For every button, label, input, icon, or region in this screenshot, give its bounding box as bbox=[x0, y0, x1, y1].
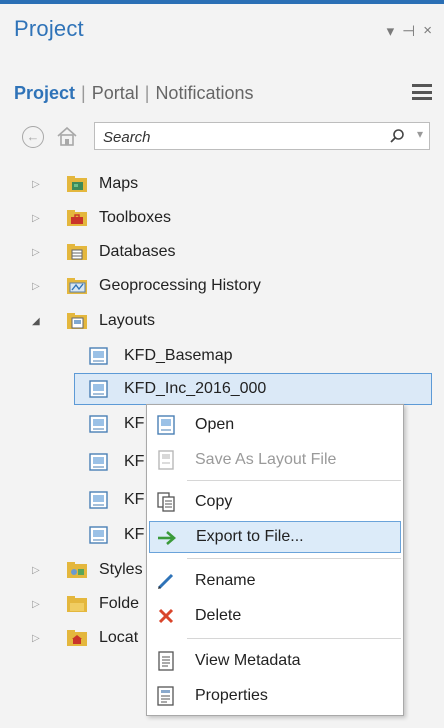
expand-arrow-icon[interactable]: ▷ bbox=[32, 281, 40, 292]
export-arrow-icon bbox=[158, 531, 176, 545]
properties-icon bbox=[157, 686, 174, 706]
pane-top-accent bbox=[0, 0, 444, 4]
tab-separator: | bbox=[81, 83, 86, 103]
layout-item-kfd-basemap[interactable]: KFD_Basemap bbox=[0, 340, 444, 372]
expand-arrow-icon[interactable]: ▷ bbox=[32, 565, 40, 576]
copy-icon bbox=[157, 492, 175, 512]
menu-item-view-metadata[interactable]: View Metadata bbox=[149, 645, 401, 677]
tree-item-label: KF bbox=[124, 491, 145, 508]
tab-portal[interactable]: Portal bbox=[88, 83, 143, 104]
tab-project[interactable]: Project bbox=[14, 83, 79, 104]
search-icon[interactable] bbox=[389, 128, 405, 144]
menu-item-properties[interactable]: Properties bbox=[149, 680, 401, 712]
folders-icon bbox=[67, 596, 87, 612]
tab-notifications[interactable]: Notifications bbox=[151, 83, 257, 104]
tree-item-label: Maps bbox=[99, 175, 139, 192]
home-icon[interactable] bbox=[56, 125, 78, 147]
menu-item-open[interactable]: Open bbox=[149, 409, 401, 441]
tree-item-label: Databases bbox=[99, 243, 176, 260]
tree-item-maps[interactable]: ▷ Maps bbox=[0, 168, 444, 200]
menu-separator bbox=[187, 558, 401, 559]
menu-item-copy[interactable]: Copy bbox=[149, 486, 401, 518]
collapse-arrow-icon[interactable]: ◢ bbox=[32, 316, 40, 327]
menu-item-label: Save As Layout File bbox=[195, 451, 337, 468]
styles-folder-icon bbox=[67, 562, 87, 578]
maps-folder-icon bbox=[67, 176, 87, 192]
layout-page-icon bbox=[89, 380, 108, 398]
layout-page-icon bbox=[89, 415, 108, 433]
pane-title: Project bbox=[14, 16, 84, 41]
layouts-folder-icon bbox=[67, 313, 87, 329]
search-field[interactable]: ▾ bbox=[94, 122, 430, 150]
toolboxes-folder-icon bbox=[67, 210, 87, 226]
auto-hide-pin-icon[interactable]: ⊣ bbox=[402, 22, 415, 40]
expand-arrow-icon[interactable]: ▷ bbox=[32, 213, 40, 224]
tree-item-label: KFD_Inc_2016_000 bbox=[124, 380, 267, 397]
close-pane-icon[interactable]: × bbox=[423, 22, 432, 40]
geoprocessing-history-icon bbox=[67, 278, 87, 294]
tree-item-label: Layouts bbox=[99, 312, 156, 329]
tree-item-label: Styles bbox=[99, 561, 143, 578]
tree-item-layouts[interactable]: ◢ Layouts bbox=[0, 305, 444, 337]
tree-item-label: Toolboxes bbox=[99, 209, 172, 226]
layout-page-icon bbox=[89, 491, 108, 509]
tab-separator: | bbox=[144, 83, 150, 103]
view-metadata-icon bbox=[158, 651, 174, 671]
tree-item-label: KF bbox=[124, 415, 145, 432]
layout-page-icon bbox=[89, 347, 108, 365]
expand-arrow-icon[interactable]: ▷ bbox=[32, 179, 40, 190]
context-menu: Open Save As Layout File Copy Export to … bbox=[146, 404, 404, 716]
tree-item-toolboxes[interactable]: ▷ Toolboxes bbox=[0, 202, 444, 234]
menu-separator bbox=[187, 638, 401, 639]
menu-item-delete[interactable]: Delete bbox=[149, 600, 401, 632]
menu-separator bbox=[187, 480, 401, 481]
pane-window-controls: ▾ ⊣ × bbox=[387, 22, 432, 40]
menu-item-export-to-file[interactable]: Export to File... bbox=[149, 521, 401, 553]
search-options-chevron-icon[interactable]: ▾ bbox=[417, 127, 423, 141]
project-pane-tabs: Project | Portal | Notifications bbox=[14, 83, 257, 104]
menu-item-label: Export to File... bbox=[196, 528, 304, 545]
tree-item-label: KFD_Basemap bbox=[124, 347, 233, 364]
expand-arrow-icon[interactable]: ▷ bbox=[32, 599, 40, 610]
tree-item-label: Folde bbox=[99, 595, 140, 612]
open-layout-icon bbox=[157, 415, 175, 435]
expand-arrow-icon[interactable]: ▷ bbox=[32, 633, 40, 644]
tree-item-geoprocessing-history[interactable]: ▷ Geoprocessing History bbox=[0, 270, 444, 302]
rename-pencil-icon bbox=[157, 573, 174, 590]
save-layout-file-icon bbox=[158, 450, 174, 470]
tree-item-label: Geoprocessing History bbox=[99, 277, 261, 294]
tree-item-label: KF bbox=[124, 453, 145, 470]
menu-item-label: Copy bbox=[195, 493, 233, 510]
pane-options-dropdown-icon[interactable]: ▾ bbox=[387, 22, 395, 40]
back-arrow-icon[interactable]: ← bbox=[22, 126, 44, 148]
menu-item-rename[interactable]: Rename bbox=[149, 565, 401, 597]
tree-item-label: KF bbox=[124, 526, 145, 543]
delete-x-icon bbox=[158, 608, 174, 624]
menu-hamburger-icon[interactable] bbox=[412, 84, 432, 100]
search-input[interactable] bbox=[101, 126, 375, 148]
menu-item-save-as-layout-file[interactable]: Save As Layout File bbox=[149, 444, 401, 476]
locators-folder-icon bbox=[67, 630, 87, 646]
layout-page-icon bbox=[89, 453, 108, 471]
tree-item-label: Locat bbox=[99, 629, 139, 646]
tree-item-databases[interactable]: ▷ Databases bbox=[0, 236, 444, 268]
layout-page-icon bbox=[89, 526, 108, 544]
menu-item-label: Rename bbox=[195, 572, 256, 589]
layout-item-kfd-inc-2016-000[interactable]: KFD_Inc_2016_000 bbox=[74, 373, 432, 405]
menu-item-label: Open bbox=[195, 416, 235, 433]
menu-item-label: Properties bbox=[195, 687, 268, 704]
databases-folder-icon bbox=[67, 244, 87, 260]
catalog-toolbar: ← ▾ bbox=[22, 122, 432, 152]
menu-item-label: View Metadata bbox=[195, 652, 301, 669]
menu-item-label: Delete bbox=[195, 607, 242, 624]
expand-arrow-icon[interactable]: ▷ bbox=[32, 247, 40, 258]
